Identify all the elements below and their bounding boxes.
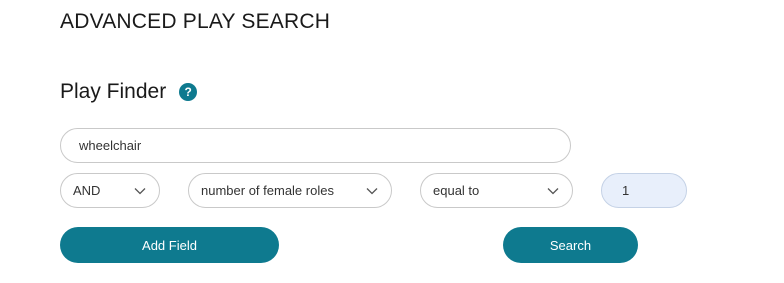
field-select-value: number of female roles [201, 183, 334, 198]
operator-select-value: AND [73, 183, 101, 198]
operator-select[interactable]: AND [60, 173, 160, 208]
keyword-search-input[interactable] [60, 128, 571, 163]
chevron-down-icon [546, 184, 560, 198]
question-mark-icon[interactable]: ? [179, 83, 198, 101]
field-select[interactable]: number of female roles [188, 173, 392, 208]
add-field-button[interactable]: Add Field [60, 227, 279, 263]
advanced-play-search-page: ADVANCED PLAY SEARCH Play Finder ? AND n… [0, 0, 784, 283]
play-finder-title: Play Finder [60, 80, 167, 103]
play-finder-heading: Play Finder ? [60, 79, 198, 105]
comparison-select-value: equal to [433, 183, 480, 198]
search-button[interactable]: Search [503, 227, 638, 263]
chevron-down-icon [365, 184, 379, 198]
comparison-select[interactable]: equal to [420, 173, 573, 208]
criteria-value-input[interactable] [601, 173, 687, 208]
page-title: ADVANCED PLAY SEARCH [60, 10, 331, 33]
chevron-down-icon [133, 184, 147, 198]
